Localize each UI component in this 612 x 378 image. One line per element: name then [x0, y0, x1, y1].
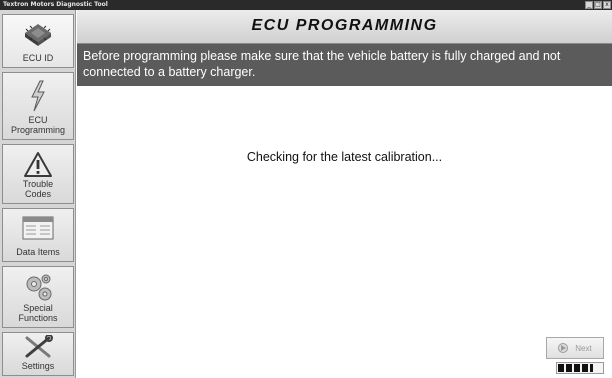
tools-icon — [25, 335, 53, 358]
sidebar-item-ecu-programming[interactable]: ECU Programming — [2, 72, 74, 140]
window-titlebar: Textron Motors Diagnostic Tool _ □ x — [0, 0, 612, 10]
gears-icon — [26, 274, 52, 301]
warning-banner: Before programming please make sure that… — [77, 44, 612, 86]
progress-indicator — [556, 362, 604, 374]
sidebar: ECU ID ECU Programming Trouble Codes Dat… — [0, 10, 76, 378]
sidebar-item-settings[interactable]: Settings — [2, 332, 74, 376]
status-message: Checking for the latest calibration... — [246, 150, 443, 164]
page-header: ECU PROGRAMMING — [77, 10, 612, 44]
sidebar-item-label: Trouble Codes — [22, 179, 54, 199]
maximize-button[interactable]: □ — [594, 1, 602, 9]
warning-banner-text: Before programming please make sure that… — [83, 49, 561, 79]
sidebar-item-trouble-codes[interactable]: Trouble Codes — [2, 144, 74, 204]
sidebar-item-data-items[interactable]: Data Items — [2, 208, 74, 262]
next-button[interactable]: Next — [546, 337, 604, 359]
warning-triangle-icon — [24, 152, 52, 177]
sidebar-item-label: Data Items — [16, 247, 60, 257]
data-table-icon — [22, 216, 54, 240]
main-panel: Checking for the latest calibration... N… — [77, 86, 612, 378]
window-controls: _ □ x — [585, 1, 611, 9]
minimize-button[interactable]: _ — [585, 1, 593, 9]
page-title: ECU PROGRAMMING — [251, 17, 438, 34]
progress-fill — [558, 364, 594, 372]
chip-icon — [25, 24, 51, 46]
close-button[interactable]: x — [603, 1, 611, 9]
sidebar-item-label: Special Functions — [18, 303, 58, 323]
sidebar-item-ecu-id[interactable]: ECU ID — [2, 14, 74, 68]
lightning-icon — [31, 80, 45, 112]
next-arrow-icon — [558, 343, 569, 353]
sidebar-item-special-functions[interactable]: Special Functions — [2, 266, 74, 328]
sidebar-item-label: Settings — [21, 361, 55, 371]
next-button-label: Next — [575, 343, 592, 353]
sidebar-item-label: ECU ID — [22, 53, 54, 63]
window-title: Textron Motors Diagnostic Tool — [3, 1, 108, 8]
sidebar-item-label: ECU Programming — [10, 115, 66, 135]
